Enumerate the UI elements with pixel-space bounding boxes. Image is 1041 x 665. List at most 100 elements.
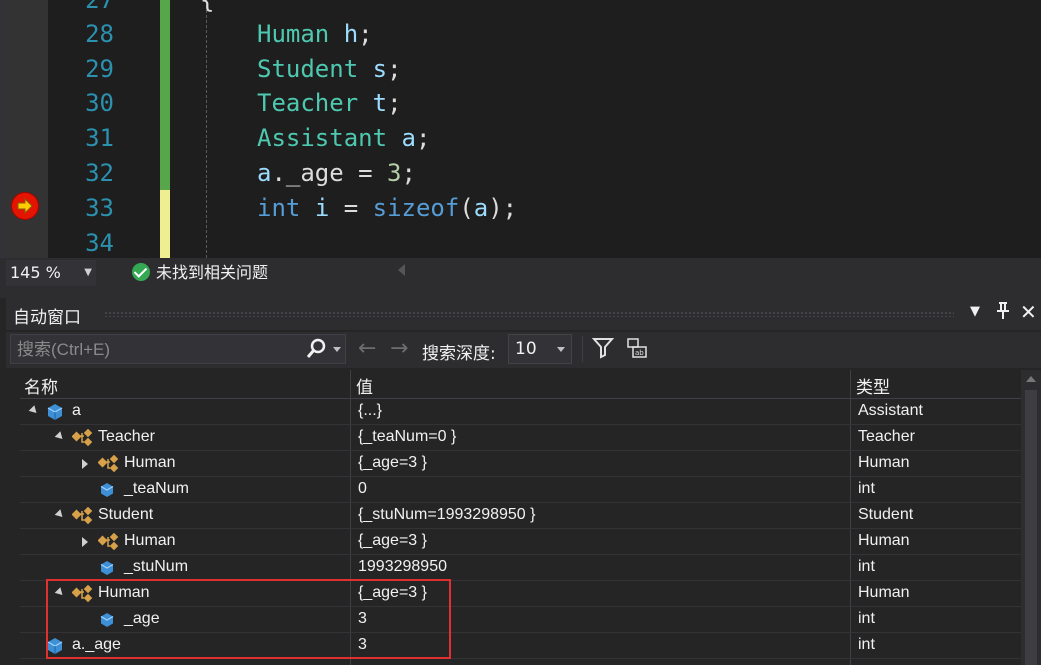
pin-icon[interactable] [996, 302, 1010, 325]
saved-changes-bar [160, 0, 170, 190]
collapse-arrow-icon[interactable] [54, 431, 66, 442]
collapse-arrow-icon[interactable] [28, 405, 40, 416]
expand-arrow-icon[interactable] [82, 459, 88, 469]
cell-name: Teacher [98, 428, 155, 445]
line-number: 33 [85, 194, 114, 222]
cell-type: Teacher [858, 428, 915, 445]
view-format-icon[interactable]: ab [626, 337, 648, 363]
line-number: 34 [85, 229, 114, 257]
cell-type: Human [858, 584, 910, 601]
search-box[interactable] [10, 334, 346, 365]
current-statement-breakpoint-icon[interactable] [12, 193, 38, 219]
table-row[interactable]: Human {_age=3 } Human [20, 529, 1021, 555]
cell-type: int [858, 558, 875, 575]
glyph-margin[interactable] [6, 0, 48, 258]
expand-arrow-icon[interactable] [82, 537, 88, 547]
line-number: 27 [85, 0, 114, 14]
scroll-up-arrow-icon[interactable] [1026, 376, 1036, 382]
table-row[interactable]: Student {_stuNum=1993298950 } Student [20, 503, 1021, 529]
search-back-arrow-icon[interactable]: ← [358, 338, 376, 360]
cell-value: {_teaNum=0 } [358, 428, 457, 445]
autos-title: 自动窗口 [13, 308, 81, 328]
cell-value: {_age=3 } [358, 454, 427, 471]
line-number: 30 [85, 89, 114, 117]
cell-value: {_age=3 } [358, 532, 427, 549]
indent-guide [206, 0, 207, 258]
check-circle-icon [132, 263, 150, 281]
code-line-30[interactable]: Teacher t; [257, 86, 402, 120]
svg-text:ab: ab [635, 349, 644, 357]
title-grip [104, 311, 954, 317]
zoom-dropdown[interactable]: 145 % ▼ [6, 260, 96, 286]
code-line-29[interactable]: Student s; [257, 52, 402, 86]
search-icon[interactable] [305, 338, 327, 364]
base-class-icon [71, 428, 93, 447]
chevron-down-icon: ▼ [84, 267, 92, 278]
cell-name: Human [124, 454, 176, 471]
line-numbers: 27 28 29 30 31 32 33 34 [48, 0, 118, 258]
column-header-name[interactable]: 名称 [24, 373, 58, 398]
table-row[interactable]: Human {_age=3 } Human [20, 451, 1021, 477]
field-icon [98, 481, 116, 499]
search-depth-label: 搜索深度: [422, 344, 496, 364]
filter-pin-icon[interactable] [591, 337, 615, 363]
cell-type: int [858, 610, 875, 627]
cell-name: a [72, 402, 81, 419]
toolbar-separator [582, 336, 583, 362]
search-input[interactable] [15, 335, 299, 365]
issues-text: 未找到相关问题 [156, 263, 269, 282]
column-header-value[interactable]: 值 [356, 373, 373, 398]
line-number: 32 [85, 159, 114, 187]
table-row[interactable]: _stuNum 1993298950 int [20, 555, 1021, 581]
code-editor[interactable]: 27 28 29 30 31 32 33 34 { Human h; Stude… [0, 0, 1041, 258]
line-number: 31 [85, 124, 114, 152]
scrollbar-thumb[interactable] [1025, 390, 1037, 665]
cell-name: Student [98, 506, 154, 523]
line-number: 28 [85, 20, 114, 48]
cell-name: Human [124, 532, 176, 549]
cell-value: {...} [358, 402, 383, 419]
code-line-33[interactable]: int i = sizeof(a); [257, 191, 517, 225]
field-icon [98, 559, 116, 577]
zoom-value: 145 % [10, 263, 61, 282]
cell-type: int [858, 480, 875, 497]
search-depth-select[interactable]: 10 [508, 334, 572, 364]
cell-type: int [858, 636, 875, 653]
search-options-chevron-icon[interactable] [333, 347, 341, 352]
annotation-highlight-box [46, 579, 451, 659]
cell-value: {_stuNum=1993298950 } [358, 506, 536, 523]
code-line-31[interactable]: Assistant a; [257, 121, 430, 155]
base-class-icon [97, 454, 119, 473]
code-line-27[interactable]: { [200, 0, 214, 17]
autos-title-bar[interactable]: 自动窗口 ▼ ✕ [6, 298, 1041, 330]
grid-header: 名称 值 类型 [20, 370, 1021, 399]
cell-value: 1993298950 [358, 558, 447, 575]
close-icon[interactable]: ✕ [1020, 300, 1037, 324]
cell-type: Student [858, 506, 914, 523]
chevron-down-icon [557, 347, 565, 352]
table-row[interactable]: a {...} Assistant [20, 399, 1021, 425]
code-line-28[interactable]: Human h; [257, 17, 373, 51]
cell-name: _teaNum [124, 480, 189, 497]
table-row[interactable]: Teacher {_teaNum=0 } Teacher [20, 425, 1021, 451]
search-forward-arrow-icon[interactable]: → [390, 338, 408, 360]
vertical-scrollbar[interactable] [1021, 370, 1041, 665]
line-number: 29 [85, 55, 114, 83]
panel-splitter[interactable] [0, 288, 1041, 298]
collapse-arrow-icon[interactable] [54, 509, 66, 520]
scroll-left-arrow-icon[interactable] [398, 264, 405, 276]
search-depth-value: 10 [515, 339, 537, 359]
base-class-icon [97, 532, 119, 551]
autos-toolbar: ← → 搜索深度: 10 ab [6, 332, 1041, 368]
code-line-32[interactable]: a._age = 3; [257, 156, 416, 190]
cell-name: _stuNum [124, 558, 189, 575]
cell-type: Human [858, 454, 910, 471]
variable-icon [46, 403, 64, 421]
column-header-type[interactable]: 类型 [856, 373, 890, 398]
cell-type: Assistant [858, 402, 923, 419]
editor-status-bar: 145 % ▼ 未找到相关问题 [0, 258, 1041, 288]
base-class-icon [71, 506, 93, 525]
issues-indicator[interactable]: 未找到相关问题 [132, 260, 268, 286]
window-menu-dropdown-icon[interactable]: ▼ [970, 304, 980, 319]
table-row[interactable]: _teaNum 0 int [20, 477, 1021, 503]
